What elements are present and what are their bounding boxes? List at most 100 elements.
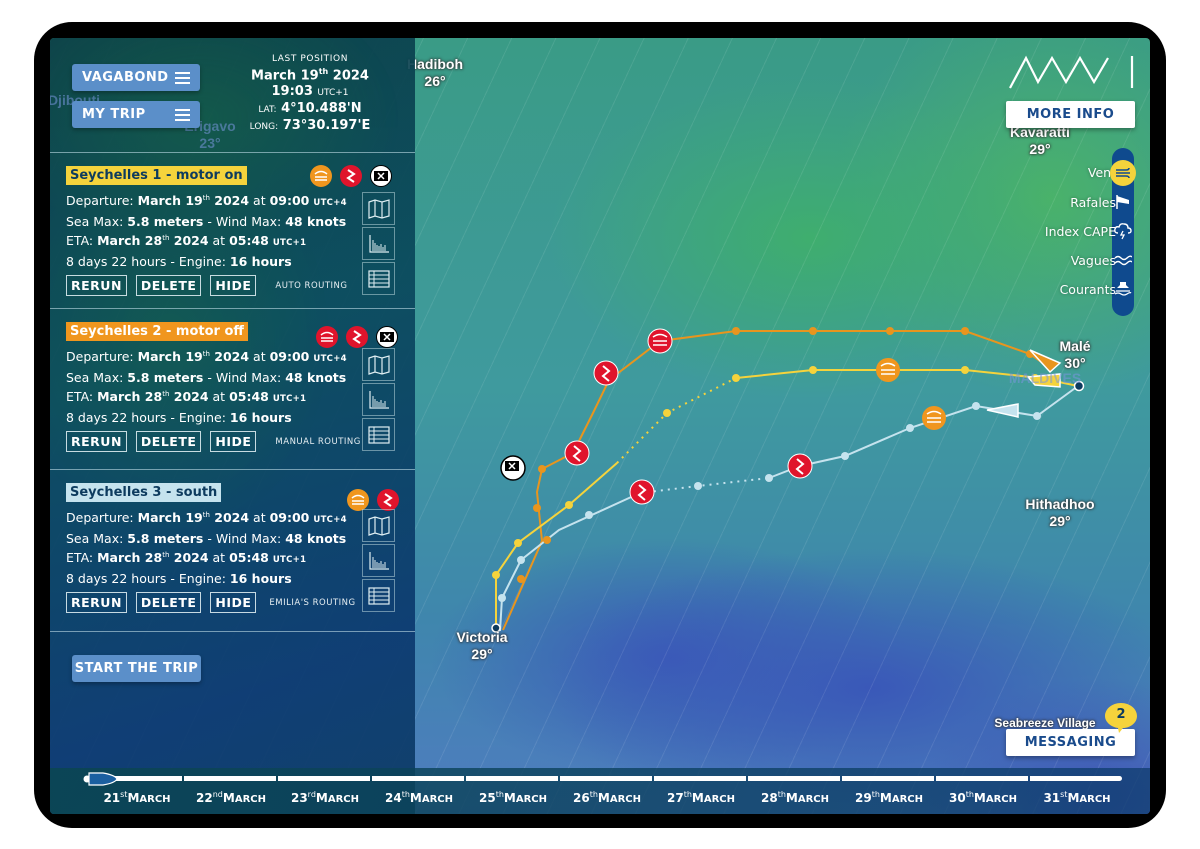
value: 09:00 — [269, 349, 310, 365]
duration-line: 8 days 22 hours - Engine: 16 hours — [66, 409, 347, 427]
sup: th — [202, 511, 210, 519]
delete-button[interactable]: DELETE — [135, 275, 202, 296]
wind-warning-icon[interactable] — [316, 326, 338, 348]
timeline-segment[interactable] — [466, 776, 558, 781]
place-temp: 30° — [1064, 355, 1086, 371]
timeline-segment[interactable] — [560, 776, 652, 781]
timeline-day-label[interactable]: 22ndMARCH — [184, 790, 278, 805]
value: 09:00 — [269, 193, 310, 209]
layer-label-vagues[interactable]: Vagues — [1071, 253, 1116, 268]
start-trip-button[interactable]: START THE TRIP — [72, 655, 201, 682]
waypoint — [517, 575, 525, 583]
timeline-boat-handle-icon[interactable] — [83, 771, 119, 787]
waypoint — [841, 452, 849, 460]
rerun-button[interactable]: RERUN — [66, 275, 127, 296]
sea-wind-line: Sea Max: 5.8 meters - Wind Max: 48 knots — [66, 213, 347, 231]
timeline-segment[interactable] — [1030, 776, 1122, 781]
timeline-day-label[interactable]: 25thMARCH — [466, 790, 560, 805]
vessel-name: VAGABOND — [82, 70, 169, 85]
wind-icon[interactable] — [1110, 160, 1136, 186]
route-3-dotted — [639, 477, 770, 494]
hide-button[interactable]: HIDE — [210, 431, 257, 452]
delete-button[interactable]: DELETE — [135, 431, 202, 452]
timeline-segment[interactable] — [654, 776, 746, 781]
list-view-icon[interactable] — [362, 418, 395, 451]
trip-details: Departure: March 19th 2024 at 09:00 UTC+… — [66, 346, 347, 426]
flag-x-icon[interactable] — [370, 165, 392, 187]
map-view-icon[interactable] — [362, 348, 395, 381]
timeline-segment[interactable] — [748, 776, 840, 781]
layer-label-index-cape[interactable]: Index CAPE — [1045, 224, 1116, 239]
waypoint — [492, 571, 500, 579]
timeline-day-label[interactable]: 21stMARCH — [90, 790, 184, 805]
value: 16 hours — [229, 253, 292, 269]
lightning-icon[interactable] — [346, 326, 368, 348]
delete-button[interactable]: DELETE — [135, 592, 202, 613]
wind-warning-icon[interactable] — [310, 165, 332, 187]
value: 2024 — [169, 389, 209, 405]
timeline-segment[interactable] — [184, 776, 276, 781]
chart-view-icon[interactable] — [362, 544, 395, 577]
rerun-button[interactable]: RERUN — [66, 431, 127, 452]
chart-view-icon[interactable] — [362, 227, 395, 260]
value: 05:48 — [229, 389, 269, 405]
hide-button[interactable]: HIDE — [210, 275, 257, 296]
layer-label-courants[interactable]: Courants — [1060, 282, 1116, 297]
value: March 28 — [97, 389, 163, 405]
trip-view-icons — [362, 348, 395, 453]
layer-label-rafales[interactable]: Rafales — [1070, 195, 1116, 210]
lightning-icon[interactable] — [377, 489, 399, 511]
map-view-icon[interactable] — [362, 192, 395, 225]
timeline-segment[interactable] — [278, 776, 370, 781]
map-view-icon[interactable] — [362, 509, 395, 542]
trip-card-3[interactable]: Seychelles 3 - south Departure: March 19… — [50, 469, 415, 621]
wind-warning-icon[interactable] — [347, 489, 369, 511]
timeline-day-label[interactable]: 31stMARCH — [1030, 790, 1124, 805]
lightning-marker-icon — [629, 479, 655, 505]
timeline-segment[interactable] — [936, 776, 1028, 781]
route-3-line-east — [768, 385, 1079, 479]
list-view-icon[interactable] — [362, 262, 395, 295]
more-info-button[interactable]: MORE INFO — [1006, 101, 1135, 128]
label: - Wind Max: — [203, 213, 286, 229]
windsock-icon[interactable] — [1112, 191, 1134, 213]
timeline-day-label[interactable]: 30thMARCH — [936, 790, 1030, 805]
storm-cloud-icon[interactable] — [1112, 220, 1134, 242]
message-count-badge[interactable]: 2 — [1103, 702, 1139, 734]
lightning-icon[interactable] — [340, 165, 362, 187]
date-text: March 19 — [251, 68, 319, 84]
label: ETA: — [66, 550, 98, 566]
value: 16 hours — [229, 570, 292, 586]
trip-name[interactable]: Seychelles 2 - motor off — [66, 322, 248, 341]
boat-current-icon[interactable] — [1112, 278, 1134, 300]
waypoint — [533, 504, 541, 512]
long-label: LONG: — [249, 122, 279, 133]
eta-line: ETA: March 28th 2024 at 05:48 UTC+1 — [66, 386, 347, 409]
value: March 19 — [137, 349, 203, 365]
timeline-day-label[interactable]: 27thMARCH — [654, 790, 748, 805]
trip-name[interactable]: Seychelles 3 - south — [66, 483, 222, 502]
trip-card-1[interactable]: Seychelles 1 - motor on Departure: March… — [50, 152, 415, 304]
timeline-day-label[interactable]: 26thMARCH — [560, 790, 654, 805]
trip-card-2[interactable]: Seychelles 2 - motor off Departure: Marc… — [50, 308, 415, 460]
list-view-icon[interactable] — [362, 579, 395, 612]
timeline-day-label[interactable]: 29thMARCH — [842, 790, 936, 805]
waypoint — [694, 482, 702, 490]
my-trip-menu-button[interactable]: MY TRIP — [72, 101, 200, 128]
departure-line: Departure: March 19th 2024 at 09:00 UTC+… — [66, 190, 347, 213]
timeline-segment[interactable] — [842, 776, 934, 781]
flag-x-icon[interactable] — [376, 326, 398, 348]
trip-status-icons — [310, 165, 392, 187]
rerun-button[interactable]: RERUN — [66, 592, 127, 613]
timeline-segment[interactable] — [372, 776, 464, 781]
vessel-menu-button[interactable]: VAGABOND — [72, 64, 200, 91]
hamburger-icon — [175, 71, 190, 84]
chart-view-icon[interactable] — [362, 383, 395, 416]
timeline-day-label[interactable]: 28thMARCH — [748, 790, 842, 805]
hide-button[interactable]: HIDE — [210, 592, 257, 613]
timeline-day-label[interactable]: 24thMARCH — [372, 790, 466, 805]
waypoint — [1033, 412, 1041, 420]
waves-icon[interactable] — [1112, 249, 1134, 271]
trip-name[interactable]: Seychelles 1 - motor on — [66, 166, 247, 185]
timeline-day-label[interactable]: 23rdMARCH — [278, 790, 372, 805]
